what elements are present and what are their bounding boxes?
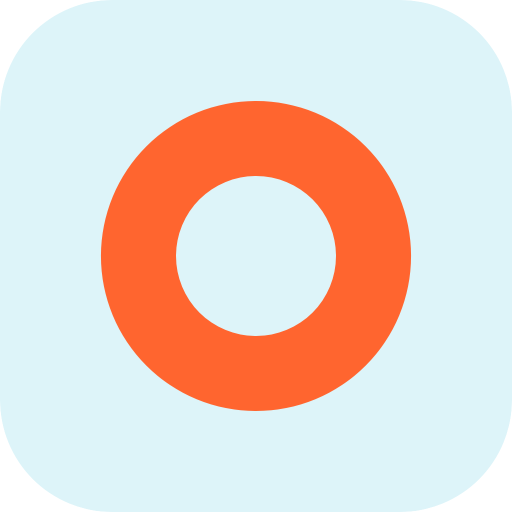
icon-canvas [0,0,512,512]
app-icon[interactable] [0,0,512,512]
app-icon-background [0,0,512,512]
app-icon-graphic [0,0,512,512]
